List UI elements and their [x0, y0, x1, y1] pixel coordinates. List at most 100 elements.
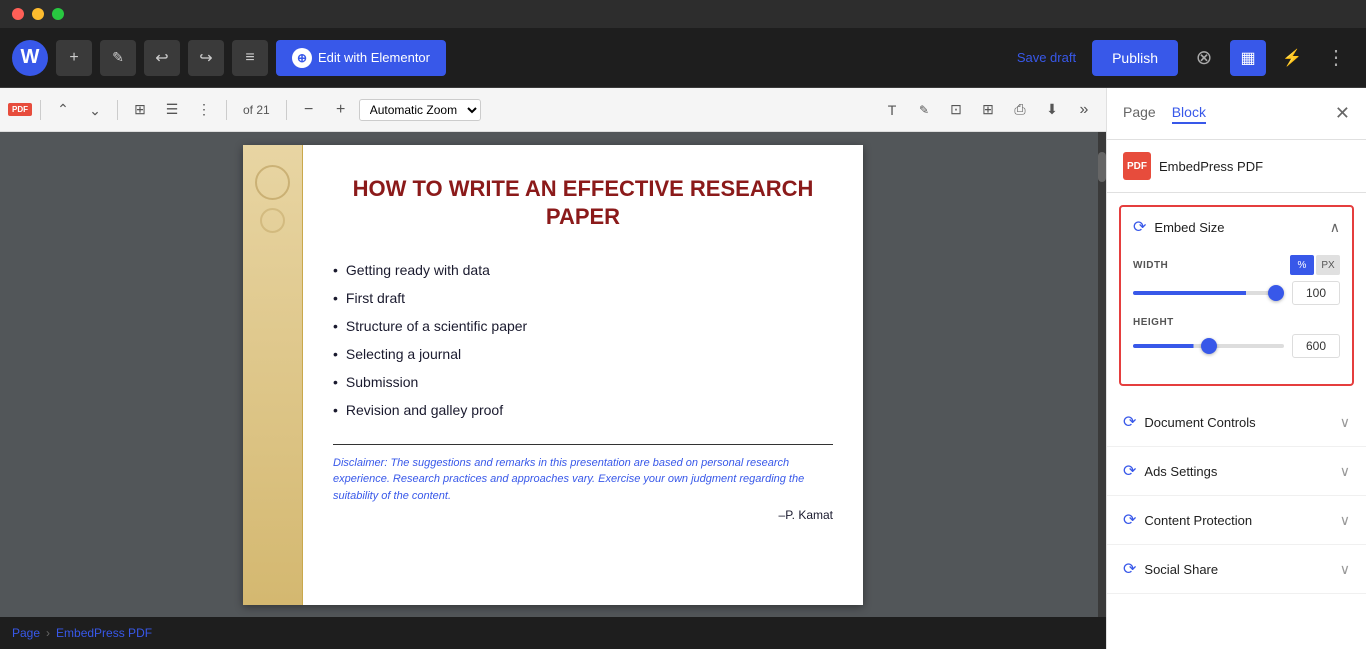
width-value-input[interactable]: 100 — [1292, 281, 1340, 305]
embed-size-content: WIDTH % PX 100 HEIGHT — [1121, 247, 1352, 384]
lightning-button[interactable]: ⚡ — [1274, 40, 1310, 76]
save-draft-button[interactable]: Save draft — [1009, 50, 1084, 65]
width-label-row: WIDTH % PX — [1133, 255, 1340, 275]
pdf-list-button[interactable]: ☰ — [158, 96, 186, 124]
social-share-chevron: ∨ — [1340, 561, 1350, 578]
pdf-more-tools-button[interactable]: » — [1070, 96, 1098, 124]
breadcrumb-page[interactable]: Page — [12, 626, 40, 640]
deco-circle-1 — [255, 165, 290, 200]
height-label-row: HEIGHT — [1133, 317, 1340, 328]
pdf-toolbar-separator-3 — [226, 100, 227, 120]
pdf-bullet-list: Getting ready with data First draft Stru… — [333, 256, 833, 424]
elementor-settings-button[interactable]: ⊗ — [1186, 40, 1222, 76]
more-options-button[interactable]: ⋮ — [1318, 40, 1354, 76]
width-slider-row: 100 — [1133, 281, 1340, 305]
list-item: Selecting a journal — [333, 340, 833, 368]
right-sidebar: Page Block ✕ PDF EmbedPress PDF ⟳ Embed … — [1106, 88, 1366, 649]
pdf-page: HOW TO WRITE AN EFFECTIVE RESEARCH PAPER… — [243, 145, 863, 605]
pdf-toolbar-separator-1 — [40, 100, 41, 120]
sidebar-header: Page Block ✕ — [1107, 88, 1366, 140]
list-item: Revision and galley proof — [333, 396, 833, 424]
elementor-icon: ⊕ — [292, 48, 312, 68]
list-view-button[interactable]: ≡ — [232, 40, 268, 76]
scrollbar[interactable] — [1098, 132, 1106, 617]
breadcrumb-separator: › — [46, 626, 50, 640]
fullscreen-button[interactable] — [52, 8, 64, 20]
plugin-icon: PDF — [1123, 152, 1151, 180]
pdf-prev-page-button[interactable]: ⌃ — [49, 96, 77, 124]
sidebar-sections: ⟳ Document Controls ∨ ⟳ Ads Settings ∨ ⟳… — [1107, 398, 1366, 649]
embed-size-icon: ⟳ — [1133, 217, 1146, 237]
pdf-more-button[interactable]: ⋮ — [190, 96, 218, 124]
block-editor-button[interactable]: ▦ — [1230, 40, 1266, 76]
list-item: Submission — [333, 368, 833, 396]
zoom-in-button[interactable]: + — [327, 96, 355, 124]
pdf-next-page-button[interactable]: ⌃ — [81, 96, 109, 124]
list-item: Getting ready with data — [333, 256, 833, 284]
sidebar-close-button[interactable]: ✕ — [1335, 103, 1350, 124]
title-bar — [0, 0, 1366, 28]
edit-elementor-button[interactable]: ⊕ Edit with Elementor — [276, 40, 446, 76]
edit-elementor-label: Edit with Elementor — [318, 50, 430, 65]
edit-button[interactable]: ✎ — [100, 40, 136, 76]
plugin-header: PDF EmbedPress PDF — [1107, 140, 1366, 193]
list-item: First draft — [333, 284, 833, 312]
wp-logo[interactable]: W — [12, 40, 48, 76]
width-row: WIDTH % PX 100 — [1133, 255, 1340, 305]
pdf-toolbar: PDF ⌃ ⌃ ⊞ ☰ ⋮ of 21 − + Automatic Zoom 5… — [0, 88, 1106, 132]
embed-size-label: Embed Size — [1154, 220, 1321, 235]
document-controls-label: Document Controls — [1144, 415, 1331, 430]
top-toolbar: W + ✎ ↩ ↪ ≡ ⊕ Edit with Elementor Save d… — [0, 28, 1366, 88]
draw-tool-button[interactable]: ✎ — [910, 96, 938, 124]
embed-size-chevron: ∧ — [1330, 219, 1340, 236]
height-slider-row: 600 — [1133, 334, 1340, 358]
pdf-right-icons: T ✎ ⊡ ⊞ ⎙ ⬇ » — [878, 96, 1098, 124]
pdf-author: –P. Kamat — [333, 508, 833, 522]
tab-block[interactable]: Block — [1172, 104, 1206, 124]
content-area: PDF ⌃ ⌃ ⊞ ☰ ⋮ of 21 − + Automatic Zoom 5… — [0, 88, 1106, 649]
height-slider[interactable] — [1133, 344, 1284, 348]
social-share-label: Social Share — [1144, 562, 1331, 577]
deco-circle-2 — [260, 208, 285, 233]
tab-page[interactable]: Page — [1123, 104, 1156, 124]
scrollbar-thumb — [1098, 152, 1106, 182]
main-layout: PDF ⌃ ⌃ ⊞ ☰ ⋮ of 21 − + Automatic Zoom 5… — [0, 88, 1366, 649]
percent-unit-button[interactable]: % — [1290, 255, 1314, 275]
content-protection-chevron: ∨ — [1340, 512, 1350, 529]
redo-button[interactable]: ↪ — [188, 40, 224, 76]
embed-size-header[interactable]: ⟳ Embed Size ∧ — [1121, 207, 1352, 247]
width-label: WIDTH — [1133, 260, 1168, 271]
document-controls-section[interactable]: ⟳ Document Controls ∨ — [1107, 398, 1366, 447]
pdf-disclaimer: Disclaimer: The suggestions and remarks … — [333, 455, 833, 505]
pdf-toolbar-separator-4 — [286, 100, 287, 120]
height-row: HEIGHT 600 — [1133, 317, 1340, 358]
zoom-select[interactable]: Automatic Zoom 50% 75% 100% 125% 150% — [359, 99, 481, 121]
content-protection-label: Content Protection — [1144, 513, 1331, 528]
close-button[interactable] — [12, 8, 24, 20]
image-tool-button[interactable]: ⊡ — [942, 96, 970, 124]
download-button[interactable]: ⬇ — [1038, 96, 1066, 124]
pdf-badge: PDF — [8, 103, 32, 116]
zoom-out-button[interactable]: − — [295, 96, 323, 124]
height-value-input[interactable]: 600 — [1292, 334, 1340, 358]
width-slider[interactable] — [1133, 291, 1284, 295]
ads-settings-label: Ads Settings — [1144, 464, 1331, 479]
pdf-decoration — [243, 145, 303, 605]
breadcrumb-bar: Page › EmbedPress PDF — [0, 617, 1106, 649]
px-unit-button[interactable]: PX — [1316, 255, 1340, 275]
pdf-grid-button[interactable]: ⊞ — [126, 96, 154, 124]
add-block-button[interactable]: + — [56, 40, 92, 76]
ads-settings-section[interactable]: ⟳ Ads Settings ∨ — [1107, 447, 1366, 496]
social-share-section[interactable]: ⟳ Social Share ∨ — [1107, 545, 1366, 594]
print-button[interactable]: ⎙ — [1006, 96, 1034, 124]
publish-button[interactable]: Publish — [1092, 40, 1178, 76]
list-item: Structure of a scientific paper — [333, 312, 833, 340]
undo-button[interactable]: ↩ — [144, 40, 180, 76]
pdf-content: HOW TO WRITE AN EFFECTIVE RESEARCH PAPER… — [303, 145, 863, 605]
minimize-button[interactable] — [32, 8, 44, 20]
breadcrumb-embedpress[interactable]: EmbedPress PDF — [56, 626, 152, 640]
embed-size-section: ⟳ Embed Size ∧ WIDTH % PX 1 — [1119, 205, 1354, 386]
content-protection-section[interactable]: ⟳ Content Protection ∨ — [1107, 496, 1366, 545]
text-tool-button[interactable]: T — [878, 96, 906, 124]
crop-tool-button[interactable]: ⊞ — [974, 96, 1002, 124]
